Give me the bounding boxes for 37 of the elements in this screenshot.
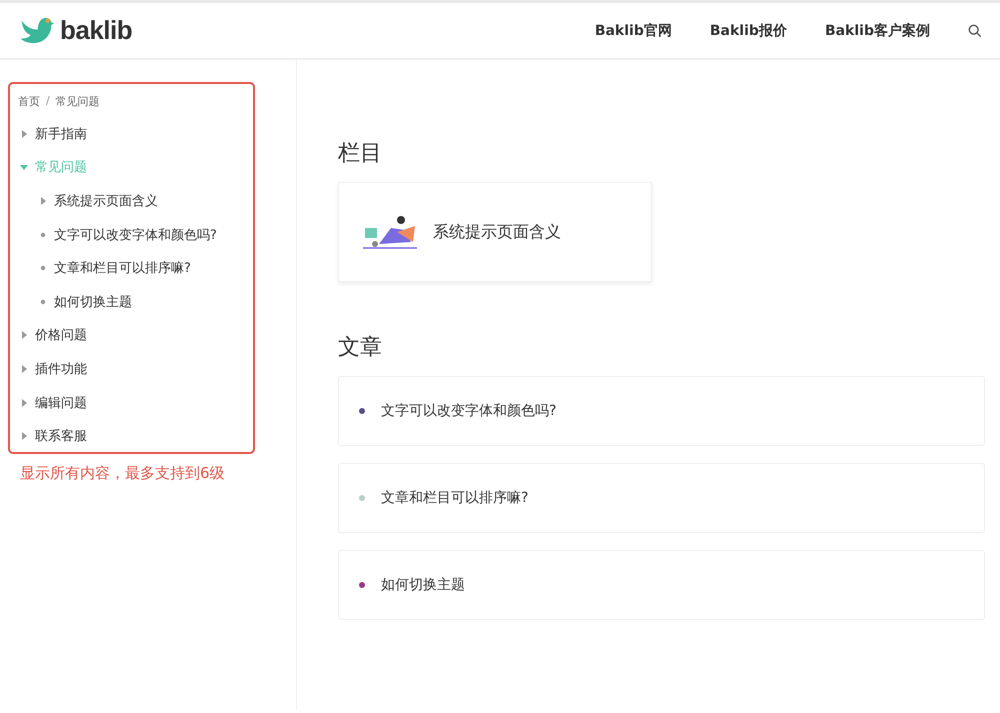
- illustration-drawing: [361, 214, 419, 250]
- bird-logo-icon: [18, 15, 54, 46]
- breadcrumb-link[interactable]: 首页: [18, 94, 40, 109]
- caret-right-icon[interactable]: [20, 331, 28, 340]
- bullet-icon: [39, 298, 47, 306]
- tree-item[interactable]: 文字可以改变字体和颜色吗?: [10, 218, 253, 252]
- article-item[interactable]: 文章和栏目可以排序嘛?: [338, 463, 985, 533]
- annotation-text: 显示所有内容，最多支持到6级: [20, 464, 226, 483]
- category-card[interactable]: 系统提示页面含义: [338, 182, 652, 282]
- tree-item[interactable]: 如何切换主题: [10, 284, 253, 319]
- logo-text[interactable]: baklib: [60, 15, 132, 46]
- tree-item[interactable]: 价格问题: [10, 318, 253, 352]
- tree-item[interactable]: 系统提示页面含义: [10, 184, 253, 218]
- caret-right-icon[interactable]: [20, 364, 28, 373]
- article-item[interactable]: 如何切换主题: [338, 550, 985, 620]
- caret-down-icon[interactable]: [20, 163, 28, 172]
- caret-right-icon[interactable]: [39, 196, 47, 205]
- tree-item[interactable]: 文章和栏目可以排序嘛?: [10, 251, 253, 285]
- tree-item[interactable]: 编辑问题: [10, 386, 253, 420]
- caret-right-icon[interactable]: [20, 432, 28, 440]
- caret-right-icon[interactable]: [20, 130, 28, 138]
- tree-item[interactable]: 新手指南: [10, 117, 253, 151]
- article-item[interactable]: 文字可以改变字体和颜色吗?: [338, 376, 985, 446]
- section-heading: 文章: [338, 334, 383, 362]
- nav-link[interactable]: Baklib官网: [594, 22, 672, 40]
- tree-item[interactable]: 插件功能: [10, 352, 253, 386]
- card-title: 系统提示页面含义: [433, 222, 561, 242]
- search-icon[interactable]: [968, 24, 982, 38]
- nav-link[interactable]: Baklib客户案例: [824, 22, 930, 40]
- bullet-icon: [39, 264, 47, 272]
- breadcrumb-link[interactable]: 常见问题: [56, 94, 100, 109]
- breadcrumb-separator: /: [46, 94, 50, 109]
- tree-item[interactable]: 联系客服: [10, 419, 253, 453]
- caret-right-icon[interactable]: [20, 398, 28, 407]
- bullet-icon: [39, 230, 47, 239]
- nav-link[interactable]: Baklib报价: [710, 22, 787, 40]
- section-heading: 栏目: [338, 140, 383, 168]
